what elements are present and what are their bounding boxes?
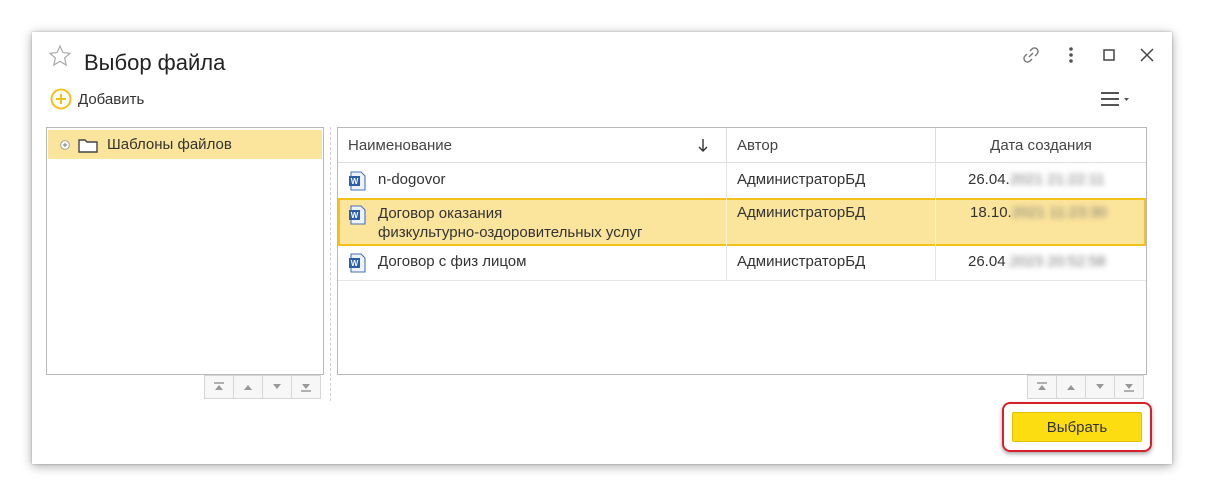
cell-name: Договор оказания физкультурно-оздоровите… [338, 198, 727, 245]
window-title: Выбор файла [84, 50, 226, 75]
folder-icon [78, 138, 98, 153]
list-navigation [1027, 375, 1144, 399]
date-visible: 26.04 [968, 253, 1006, 270]
table-row[interactable]: W Договор с физ лицом АдминистраторБД 26… [338, 245, 1146, 281]
last-icon [1124, 384, 1134, 392]
choose-button-highlight: Выбрать [1002, 402, 1152, 452]
file-selection-window: Выбор файла Добавить Шаблоны файлов Наим… [32, 32, 1172, 464]
table-row[interactable]: W n-dogovor АдминистраторБД 26.04.2021 2… [338, 163, 1146, 199]
plus-circle-icon [50, 88, 72, 110]
last-icon [301, 384, 311, 392]
sort-down-icon[interactable] [696, 137, 710, 153]
down-icon [273, 384, 281, 389]
cell-date: 26.04.2023 20:52:58 [936, 245, 1146, 280]
move-up-button[interactable] [233, 375, 263, 399]
file-list[interactable]: Наименование Автор Дата создания W n-dog… [337, 127, 1147, 375]
maximize-icon[interactable] [1098, 44, 1120, 66]
column-header-name[interactable]: Наименование [338, 128, 727, 162]
cell-name-line: Договор оказания [378, 205, 503, 222]
cell-author: АдминистраторБД [727, 245, 936, 280]
down-icon [1096, 384, 1104, 389]
choose-button[interactable]: Выбрать [1012, 412, 1142, 442]
cell-author: АдминистраторБД [727, 198, 936, 245]
move-first-button[interactable] [204, 375, 234, 399]
table-row-selected[interactable]: W Договор оказания физкультурно-оздорови… [338, 198, 1146, 246]
column-header-author[interactable]: Автор [727, 128, 936, 162]
cell-name: n-dogovor [338, 163, 727, 198]
cell-author: АдминистраторБД [727, 163, 936, 198]
tree-item-label: Шаблоны файлов [107, 136, 232, 153]
folder-tree[interactable]: Шаблоны файлов [46, 127, 324, 375]
move-up-button[interactable] [1056, 375, 1086, 399]
cell-date: 18.10.2021 11:23:30 [936, 198, 1146, 245]
add-button-label: Добавить [78, 90, 145, 108]
move-down-button[interactable] [1085, 375, 1115, 399]
cell-date: 26.04.2021 21:22:11 [936, 163, 1146, 198]
tree-navigation [204, 375, 321, 399]
first-icon [1037, 382, 1047, 390]
date-visible: 26.04. [968, 171, 1010, 188]
first-icon [214, 382, 224, 390]
column-header-date[interactable]: Дата создания [936, 128, 1146, 162]
date-redacted: 2021 21:22:11 [1009, 171, 1105, 188]
move-first-button[interactable] [1027, 375, 1057, 399]
cell-name-line: физкультурно-оздоровительных услуг [378, 224, 643, 241]
date-visible: 18.10. [970, 204, 1012, 221]
move-last-button[interactable] [291, 375, 321, 399]
expand-icon[interactable] [60, 139, 70, 150]
tree-item-file-templates[interactable]: Шаблоны файлов [48, 130, 322, 159]
close-icon[interactable] [1136, 44, 1158, 66]
column-label: Наименование [348, 136, 452, 154]
up-icon [1067, 385, 1075, 390]
date-redacted: 2021 11:23:30 [1011, 204, 1107, 221]
column-label: Автор [737, 136, 779, 154]
link-icon[interactable] [1020, 44, 1042, 66]
star-icon[interactable] [48, 44, 72, 68]
menu-icon[interactable] [1098, 88, 1134, 110]
cell-name: Договор с физ лицом [338, 245, 727, 280]
add-button[interactable]: Добавить [50, 87, 144, 111]
column-label: Дата создания [990, 136, 1092, 154]
date-redacted: .2023 20:52:58 [1005, 253, 1106, 270]
move-down-button[interactable] [262, 375, 292, 399]
move-last-button[interactable] [1114, 375, 1144, 399]
panel-splitter[interactable] [330, 127, 331, 401]
more-vertical-icon[interactable] [1060, 44, 1082, 66]
table-header: Наименование Автор Дата создания [338, 128, 1146, 163]
up-icon [244, 385, 252, 390]
